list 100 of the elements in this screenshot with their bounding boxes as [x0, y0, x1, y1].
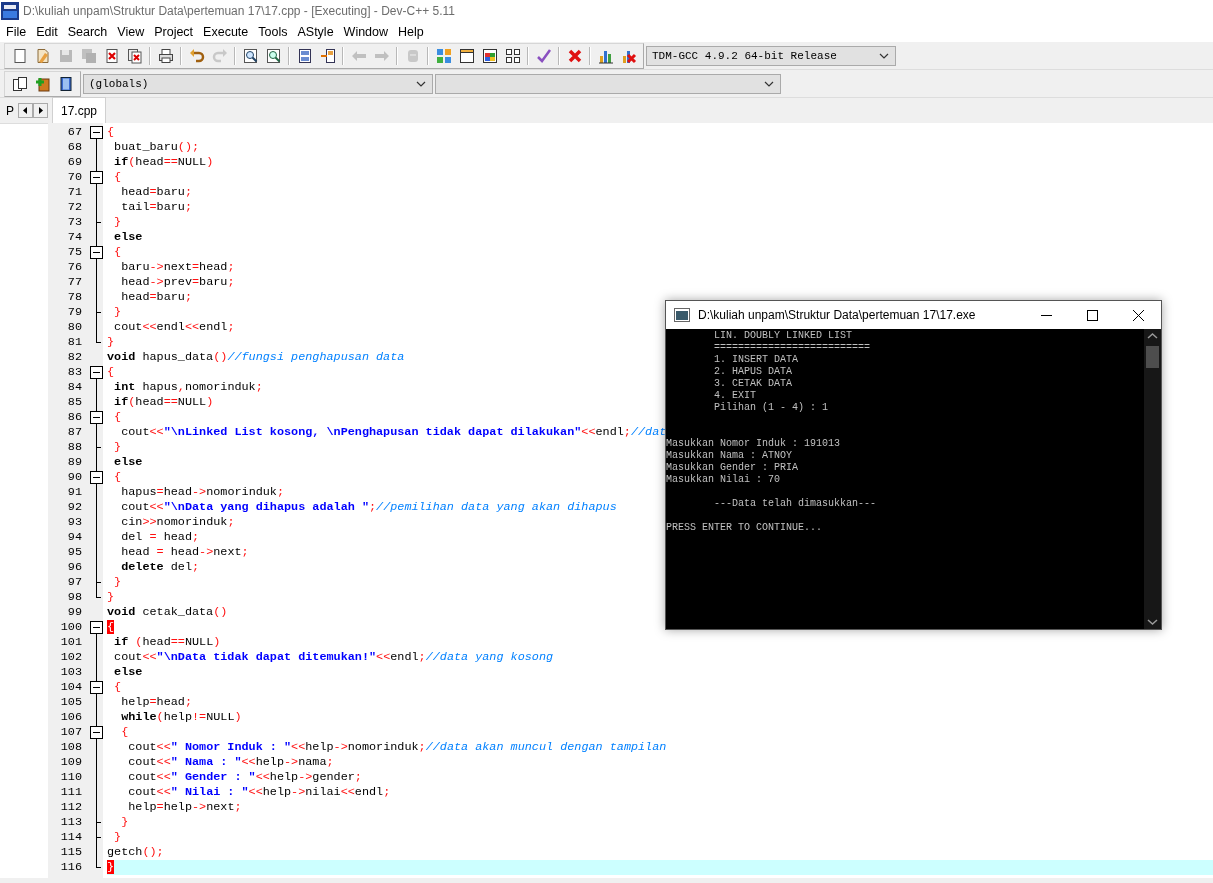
- fold-toggle-icon[interactable]: [90, 621, 103, 634]
- panel-icon[interactable]: [296, 47, 313, 64]
- menu-item[interactable]: Execute: [198, 25, 254, 39]
- line-number: 112: [59, 800, 83, 815]
- chevron-down-icon: [879, 52, 889, 59]
- scroll-right-button[interactable]: [33, 103, 48, 118]
- fold-toggle-icon[interactable]: [90, 126, 103, 139]
- menu-item[interactable]: Project: [149, 25, 199, 39]
- console-line: 1. INSERT DATA: [713, 354, 800, 366]
- file-tab[interactable]: 17.cpp: [52, 97, 107, 123]
- code-line: {: [107, 125, 115, 140]
- code-line: }: [113, 215, 122, 230]
- code-line: {: [107, 365, 115, 380]
- line-number: 84: [66, 380, 83, 395]
- line-number: 104: [59, 680, 83, 695]
- x-mark-icon[interactable]: [566, 47, 583, 64]
- line-number: 85: [66, 395, 83, 410]
- menu-item[interactable]: View: [112, 25, 150, 39]
- search-icon[interactable]: [242, 47, 259, 64]
- line-number: 107: [59, 725, 83, 740]
- code-line: head->prev=baru;: [120, 275, 235, 290]
- panel-tab[interactable]: P: [6, 103, 19, 118]
- console-line: 2. HAPUS DATA: [713, 366, 794, 378]
- code-line: {: [113, 170, 122, 185]
- code-line: else: [113, 230, 143, 245]
- menu-item[interactable]: AStyle: [292, 25, 339, 39]
- open-file-icon[interactable]: [34, 47, 51, 64]
- console-line: LIN. DOUBLY LINKED LIST: [713, 330, 854, 342]
- search-page-icon[interactable]: [265, 47, 282, 64]
- fold-toggle-icon[interactable]: [90, 246, 103, 259]
- menu-item[interactable]: File: [1, 25, 32, 39]
- code-line: cout<<"\nData yang dihapus adalah ";//pemilihan data yang akan dihapus: [120, 500, 617, 515]
- line-number: 86: [66, 410, 83, 425]
- close-icon: [1132, 309, 1144, 321]
- fold-toggle-icon[interactable]: [90, 726, 103, 739]
- undo-icon[interactable]: [188, 47, 205, 64]
- code-line: else: [113, 455, 143, 470]
- fold-toggle-icon[interactable]: [90, 471, 103, 484]
- menu-item[interactable]: Tools: [253, 25, 293, 39]
- line-number: 91: [66, 485, 83, 500]
- color-window-icon[interactable]: [481, 47, 498, 64]
- new-file-icon[interactable]: [11, 47, 28, 64]
- printer-icon[interactable]: [157, 47, 174, 64]
- code-line: cout<<endl<<endl;: [113, 320, 235, 335]
- code-line: }: [120, 815, 129, 830]
- menu-item[interactable]: Help: [393, 25, 429, 39]
- line-number: 72: [66, 200, 83, 215]
- console-line: PRESS ENTER TO CONTINUE...: [666, 522, 824, 534]
- check-icon[interactable]: [535, 47, 552, 64]
- window-title: D:\kuliah unpam\Struktur Data\pertemuan 17\17.cpp - [Executing] - Dev-C++ 5.11: [23, 4, 455, 18]
- console-line: Masukkan Nilai : 70: [666, 474, 782, 486]
- code-line: delete del;: [120, 560, 200, 575]
- menu-item[interactable]: Edit: [31, 25, 63, 39]
- pages-icon[interactable]: [11, 75, 28, 92]
- right-arrow-icon: [38, 107, 43, 114]
- console-icon: [674, 308, 690, 322]
- scroll-left-button[interactable]: [18, 103, 34, 118]
- line-number: 100: [59, 620, 83, 635]
- fold-toggle-icon[interactable]: [90, 171, 103, 184]
- code-line: help=head;: [120, 695, 192, 710]
- code-line: head=baru;: [120, 290, 192, 305]
- code-line: cout<<"\nData tidak dapat ditemukan!"<<endl;//data yang kosong: [113, 650, 554, 665]
- chevron-down-icon: [764, 80, 774, 87]
- grid-icon[interactable]: [504, 47, 521, 64]
- code-line: hapus=head->nomorinduk;: [120, 485, 285, 500]
- menu-item[interactable]: Search: [62, 25, 113, 39]
- code-line: if(head==NULL): [113, 155, 214, 170]
- console-line: ---Data telah dimasukkan---: [713, 498, 878, 510]
- dropdown[interactable]: (globals): [83, 73, 433, 94]
- line-number: 98: [66, 590, 83, 605]
- line-number: 111: [59, 785, 83, 800]
- code-line: }: [113, 830, 122, 845]
- fold-toggle-icon[interactable]: [90, 681, 103, 694]
- line-number: 78: [66, 290, 83, 305]
- dropdown[interactable]: TDM-GCC 4.9.2 64-bit Release: [646, 45, 896, 66]
- line-number: 105: [59, 695, 83, 710]
- line-number: 69: [66, 155, 83, 170]
- add-file-icon[interactable]: [34, 75, 51, 92]
- pages-x-icon[interactable]: [126, 47, 143, 64]
- line-number: 95: [66, 545, 83, 560]
- line-number: 70: [66, 170, 83, 185]
- page-x-icon[interactable]: [103, 47, 120, 64]
- book-icon[interactable]: [57, 75, 74, 92]
- line-number: 80: [66, 320, 83, 335]
- menu-item[interactable]: Window: [338, 25, 394, 39]
- fold-toggle-icon[interactable]: [90, 411, 103, 424]
- columns-icon[interactable]: [319, 47, 336, 64]
- code-line: baru->next=head;: [120, 260, 235, 275]
- line-number: 96: [66, 560, 83, 575]
- scrollbar[interactable]: [1144, 329, 1161, 629]
- line-number: 93: [66, 515, 83, 530]
- scroll-thumb[interactable]: [1146, 346, 1159, 368]
- code-line: else: [113, 665, 143, 680]
- tiles-icon[interactable]: [435, 47, 452, 64]
- line-number: 88: [66, 440, 83, 455]
- window-icon[interactable]: [458, 47, 475, 64]
- line-number: 102: [59, 650, 83, 665]
- code-line: head = head->next;: [120, 545, 249, 560]
- fold-toggle-icon[interactable]: [90, 366, 103, 379]
- line-number: 116: [59, 860, 83, 875]
